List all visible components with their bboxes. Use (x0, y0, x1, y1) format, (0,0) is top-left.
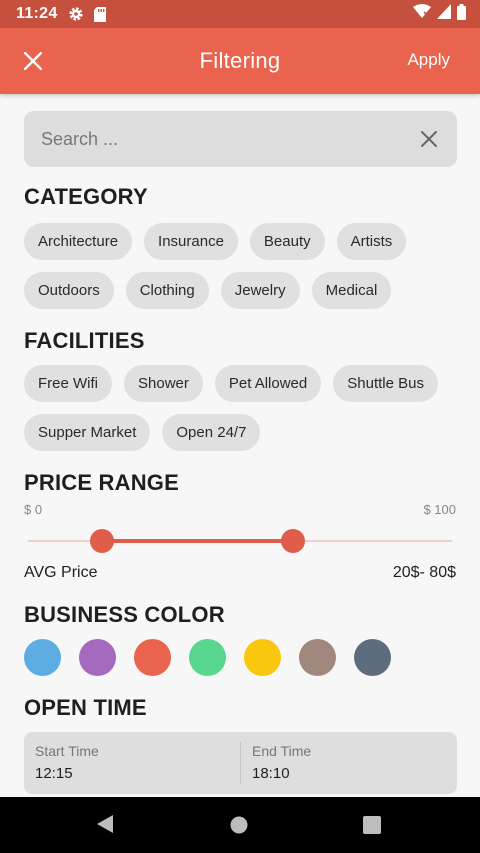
back-icon (97, 815, 113, 833)
search-input[interactable] (41, 128, 418, 150)
end-time-field[interactable]: End Time 18:10 (240, 742, 457, 784)
color-swatch-7[interactable] (354, 639, 391, 676)
color-swatch-1[interactable] (24, 639, 61, 676)
chip-shower[interactable]: Shower (124, 365, 203, 402)
battery-icon (457, 3, 466, 25)
chip-architecture[interactable]: Architecture (24, 223, 133, 260)
open-time-card: Start Time 12:15 End Time 18:10 (24, 732, 457, 794)
avg-price-label: AVG Price (24, 564, 98, 581)
status-time: 11:24 (16, 5, 58, 22)
search-box (24, 111, 457, 167)
chip-pet-allowed[interactable]: Pet Allowed (214, 365, 322, 402)
color-swatch-2[interactable] (79, 639, 116, 676)
facilities-title: FACILITIES (24, 328, 145, 353)
back-button[interactable] (96, 814, 114, 834)
filter-content: CATEGORY Architecture Insurance Beauty A… (0, 94, 480, 797)
slider-selected-range (102, 539, 293, 543)
price-range-title: PRICE RANGE (24, 470, 179, 495)
start-time-value: 12:15 (35, 765, 73, 782)
end-time-value: 18:10 (252, 765, 290, 782)
open-time-title: OPEN TIME (24, 695, 147, 720)
avg-price-row: AVG Price 20$- 80$ (24, 564, 456, 582)
start-time-label: Start Time (35, 743, 99, 759)
recents-button[interactable] (363, 816, 381, 834)
close-icon (421, 131, 437, 147)
recents-icon (363, 816, 381, 834)
chip-supper-market[interactable]: Supper Market (24, 414, 151, 451)
chip-jewelry[interactable]: Jewelry (220, 272, 300, 309)
chip-artists[interactable]: Artists (336, 223, 407, 260)
category-row-2: Outdoors Clothing Jewelry Medical (24, 272, 392, 309)
category-row-1: Architecture Insurance Beauty Artists (24, 223, 407, 260)
home-icon (230, 816, 248, 834)
business-color-title: BUSINESS COLOR (24, 602, 225, 627)
start-time-field[interactable]: Start Time 12:15 (24, 732, 240, 794)
app-bar: Filtering Apply (0, 28, 480, 94)
avg-price-value: 20$- 80$ (392, 564, 456, 581)
chip-insurance[interactable]: Insurance (144, 223, 238, 260)
apply-button[interactable]: Apply (407, 50, 450, 70)
system-nav-bar (0, 797, 480, 853)
color-swatch-row (24, 639, 391, 676)
close-icon (24, 52, 42, 70)
chip-open-24-7[interactable]: Open 24/7 (162, 414, 261, 451)
chip-free-wifi[interactable]: Free Wifi (24, 365, 112, 402)
color-swatch-3[interactable] (134, 639, 171, 676)
chip-clothing[interactable]: Clothing (125, 272, 209, 309)
chip-beauty[interactable]: Beauty (249, 223, 325, 260)
price-range-slider[interactable] (28, 526, 452, 556)
facilities-row-2: Supper Market Open 24/7 (24, 414, 261, 451)
chip-shuttle-bus[interactable]: Shuttle Bus (333, 365, 438, 402)
category-title: CATEGORY (24, 184, 148, 209)
price-min-label: $ 0 (24, 502, 43, 517)
sd-card-icon (93, 6, 106, 22)
slider-thumb-low[interactable] (90, 529, 115, 553)
color-swatch-4[interactable] (189, 639, 226, 676)
home-button[interactable] (230, 816, 248, 834)
facilities-row-1: Free Wifi Shower Pet Allowed Shuttle Bus (24, 365, 438, 402)
slider-thumb-high[interactable] (281, 529, 305, 553)
chip-medical[interactable]: Medical (311, 272, 392, 309)
color-swatch-6[interactable] (299, 639, 336, 676)
end-time-label: End Time (252, 743, 312, 759)
signal-icon (437, 4, 451, 24)
color-swatch-5[interactable] (244, 639, 281, 676)
gear-icon (68, 6, 84, 22)
chip-outdoors[interactable]: Outdoors (24, 272, 114, 309)
clear-search-button[interactable] (418, 128, 440, 150)
wifi-icon (413, 4, 431, 24)
price-max-label: $ 100 (423, 502, 456, 517)
close-button[interactable] (20, 48, 46, 74)
status-bar: 11:24 (0, 0, 480, 28)
